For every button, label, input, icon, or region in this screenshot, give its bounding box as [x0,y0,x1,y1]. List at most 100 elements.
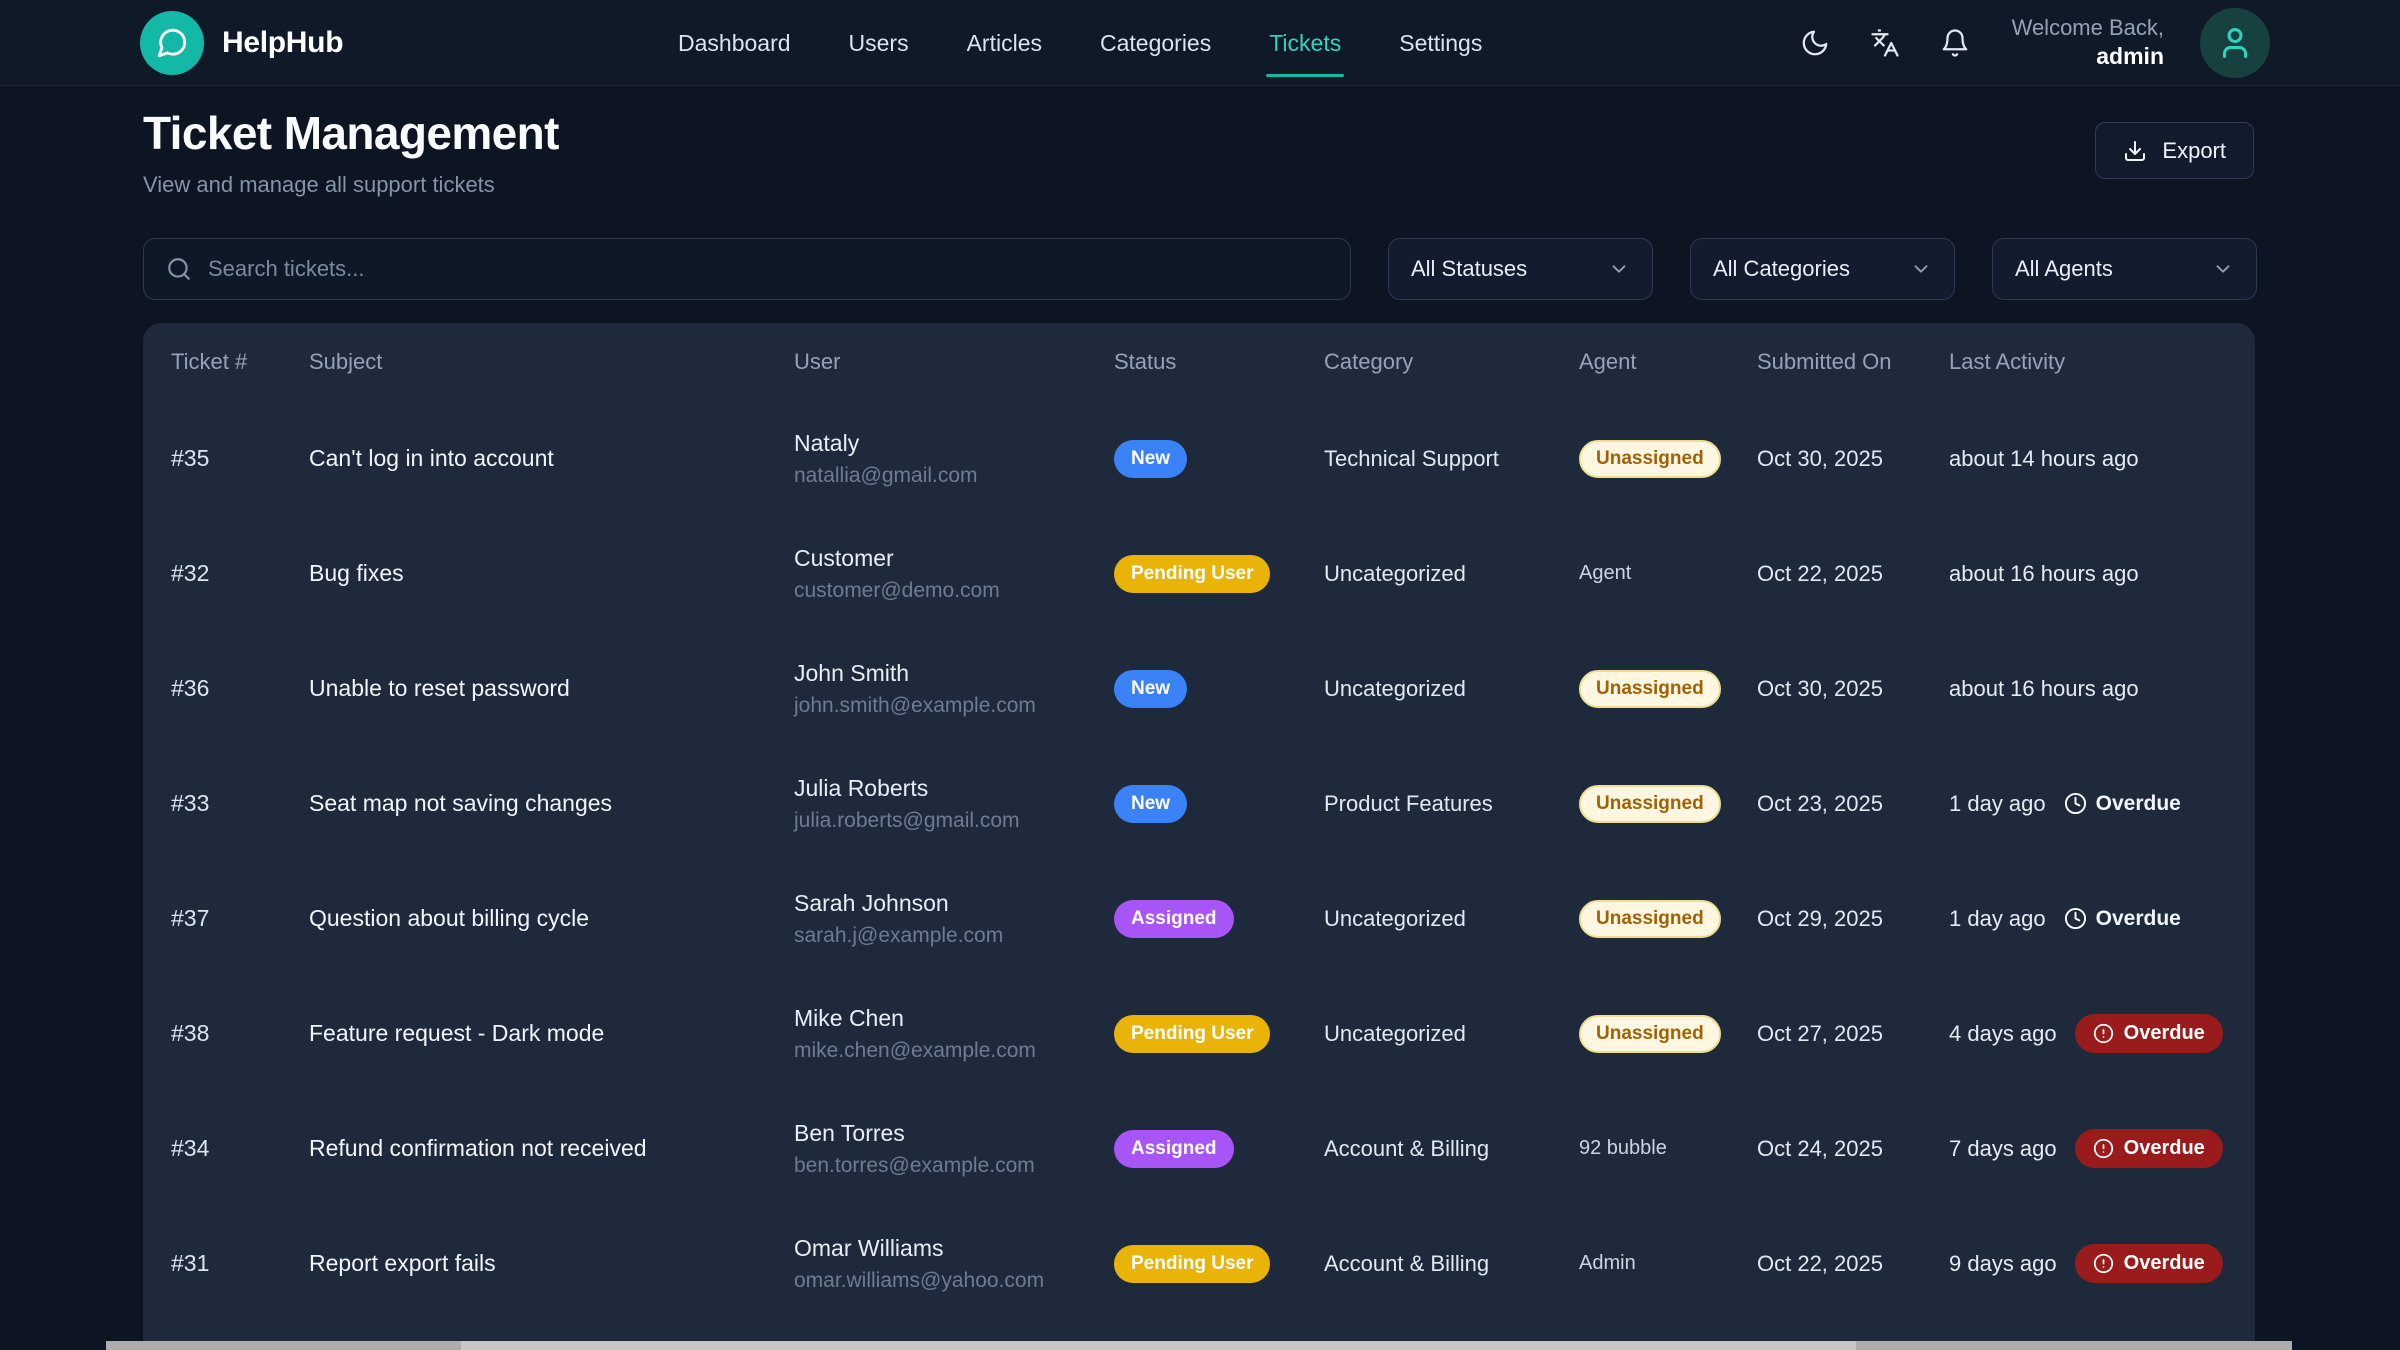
agent-badge: Unassigned [1579,785,1721,823]
ticket-last-activity: about 14 hours ago Overdue Overdue [1949,446,2227,472]
overdue-badge: Overdue [2075,1014,2223,1053]
nav-item-articles[interactable]: Articles [967,24,1042,63]
clock-icon [2064,907,2087,930]
ticket-agent-cell: 92 bubble 92 bubble [1579,1137,1757,1160]
top-bar: HelpHub Dashboard Users Articles Categor… [0,0,2400,86]
ticket-last-activity: 7 days ago Overdue Overdue [1949,1129,2227,1168]
table-row[interactable]: #33 Seat map not saving changes Julia Ro… [143,746,2255,861]
status-filter-value: All Statuses [1411,256,1527,282]
category-filter-value: All Categories [1713,256,1850,282]
bell-icon[interactable] [1938,26,1972,60]
ticket-last-activity: about 16 hours ago Overdue Overdue [1949,561,2227,587]
ticket-user: Ben Torres ben.torres@example.com [794,1120,1114,1178]
ticket-id: #33 [171,790,309,817]
table-row[interactable]: #34 Refund confirmation not received Ben… [143,1091,2255,1206]
ticket-user: Sarah Johnson sarah.j@example.com [794,890,1114,948]
col-header-agent: Agent [1579,349,1757,375]
ticket-submitted-on: Oct 30, 2025 [1757,446,1949,472]
agent-badge: Unassigned [1579,900,1721,938]
scrollbar-thumb[interactable] [461,1341,1856,1350]
welcome-text: Welcome Back, admin [2012,14,2164,72]
ticket-category: Uncategorized [1324,676,1579,702]
agent-filter-dropdown[interactable]: All Agents [1992,238,2257,300]
ticket-status-cell: Assigned [1114,1130,1324,1168]
table-row[interactable]: #31 Report export fails Omar Williams om… [143,1206,2255,1321]
ticket-id: #37 [171,905,309,932]
app-logo[interactable]: HelpHub [140,0,343,86]
table-header-row: Ticket # Subject User Status Category Ag… [143,323,2255,401]
table-row[interactable]: #36 Unable to reset password John Smith … [143,631,2255,746]
agent-badge: Unassigned [1579,1015,1721,1053]
ticket-status-cell: Pending User [1114,555,1324,593]
tickets-table: Ticket # Subject User Status Category Ag… [143,323,2255,1350]
ticket-subject: Refund confirmation not received [309,1135,794,1162]
chevron-down-icon [1608,258,1630,280]
overdue-label: Overdue [2096,792,2181,816]
col-header-submitted: Submitted On [1757,349,1949,375]
nav-item-tickets[interactable]: Tickets [1269,24,1341,63]
status-filter-dropdown[interactable]: All Statuses [1388,238,1653,300]
user-name: Julia Roberts [794,775,1114,802]
ticket-category: Technical Support [1324,446,1579,472]
category-filter-dropdown[interactable]: All Categories [1690,238,1955,300]
nav-item-users[interactable]: Users [849,24,909,63]
languages-icon[interactable] [1868,26,1902,60]
chevron-down-icon [1910,258,1932,280]
user-name: Omar Williams [794,1235,1114,1262]
horizontal-scrollbar[interactable] [106,1341,2292,1350]
ticket-status-cell: Pending User [1114,1015,1324,1053]
nav-item-dashboard[interactable]: Dashboard [678,24,791,63]
ticket-agent-cell: Admin Admin [1579,1252,1757,1275]
overdue-indicator: Overdue [2064,907,2181,931]
welcome-line: Welcome Back, [2012,14,2164,43]
user-name: Customer [794,545,1114,572]
col-header-category: Category [1324,349,1579,375]
ticket-id: #31 [171,1250,309,1277]
user-name: Sarah Johnson [794,890,1114,917]
user-email: natallia@gmail.com [794,464,1114,488]
filters-bar: All Statuses All Categories All Agents [143,238,2257,300]
ticket-subject: Question about billing cycle [309,905,794,932]
nav-item-categories[interactable]: Categories [1100,24,1211,63]
user-name: Nataly [794,430,1114,457]
nav-item-settings[interactable]: Settings [1399,24,1482,63]
ticket-last-activity: about 16 hours ago Overdue Overdue [1949,676,2227,702]
user-email: omar.williams@yahoo.com [794,1269,1114,1293]
table-row[interactable]: #38 Feature request - Dark mode Mike Che… [143,976,2255,1091]
ticket-id: #35 [171,445,309,472]
ticket-subject: Can't log in into account [309,445,794,472]
overdue-badge: Overdue [2075,1129,2223,1168]
export-label: Export [2162,138,2226,164]
moon-icon[interactable] [1798,26,1832,60]
ticket-category: Account & Billing [1324,1136,1579,1162]
search-box [143,238,1351,300]
status-badge: Pending User [1114,1245,1270,1283]
ticket-user: Customer customer@demo.com [794,545,1114,603]
ticket-submitted-on: Oct 29, 2025 [1757,906,1949,932]
download-icon [2123,139,2147,163]
status-badge: Pending User [1114,555,1270,593]
table-row[interactable]: #32 Bug fixes Customer customer@demo.com… [143,516,2255,631]
ticket-id: #34 [171,1135,309,1162]
status-badge: Assigned [1114,1130,1234,1168]
table-row[interactable]: #37 Question about billing cycle Sarah J… [143,861,2255,976]
export-button[interactable]: Export [2095,122,2254,179]
ticket-category: Uncategorized [1324,906,1579,932]
search-input[interactable] [208,256,1328,282]
agent-name: Agent [1579,562,1631,584]
table-body: #35 Can't log in into account Nataly nat… [143,401,2255,1321]
table-row[interactable]: #35 Can't log in into account Nataly nat… [143,401,2255,516]
alert-circle-icon [2093,1138,2114,1159]
ticket-status-cell: Pending User [1114,1245,1324,1283]
overdue-label: Overdue [2096,907,2181,931]
overdue-label: Overdue [2124,1252,2205,1275]
user-email: customer@demo.com [794,579,1114,603]
agent-badge: Unassigned [1579,440,1721,478]
alert-circle-icon [2093,1023,2114,1044]
clock-icon [2064,792,2087,815]
ticket-subject: Bug fixes [309,560,794,587]
ticket-agent-cell: Unassigned Unassigned [1579,900,1757,938]
user-name: Mike Chen [794,1005,1114,1032]
avatar[interactable] [2200,8,2270,78]
ticket-submitted-on: Oct 27, 2025 [1757,1021,1949,1047]
